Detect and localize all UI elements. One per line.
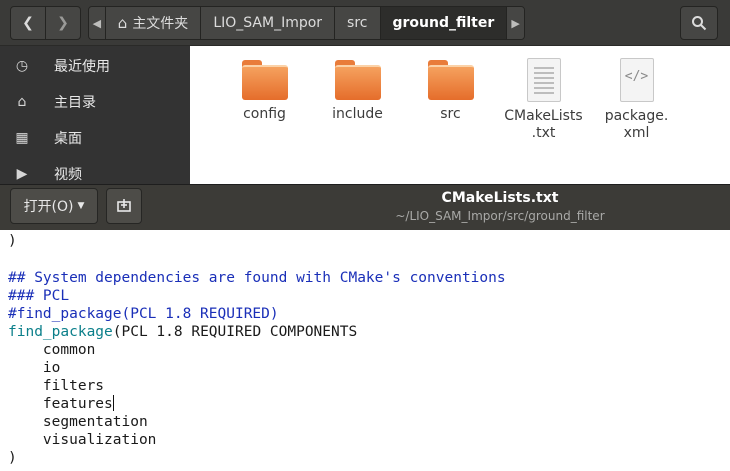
code-line: io [8, 360, 61, 376]
code-editor[interactable]: ) ## System dependencies are found with … [0, 230, 730, 471]
code-text: (PCL 1.8 REQUIRED COMPONENTS [112, 324, 358, 340]
breadcrumb-label: LIO_SAM_Impor [213, 15, 323, 31]
code-function-name: find_package [8, 324, 113, 340]
code-line: ) [8, 450, 17, 466]
breadcrumb-item-active[interactable]: ground_filter [380, 7, 508, 39]
code-text: features [8, 396, 113, 412]
code-line: ## System dependencies are found with CM… [8, 270, 506, 286]
code-line: ) [8, 233, 17, 249]
file-label: CMakeLists .txt [504, 108, 583, 141]
video-icon: ▶ [16, 166, 28, 182]
chevron-left-icon: ❮ [22, 15, 34, 31]
sidebar-item-recent[interactable]: ◷ 最近使用 [0, 50, 190, 82]
text-cursor [112, 395, 114, 411]
back-button[interactable]: ❮ [10, 6, 46, 40]
new-document-icon [117, 199, 131, 212]
search-button[interactable] [680, 6, 718, 40]
document-path: ~/LIO_SAM_Impor/src/ground_filter [395, 209, 605, 223]
breadcrumb-scroll-right[interactable]: ▶ [507, 7, 524, 39]
code-line: filters [8, 378, 105, 394]
sidebar-item-label: 主目录 [54, 95, 96, 111]
code-line: segmentation [8, 414, 148, 430]
new-document-button[interactable] [106, 188, 142, 224]
sidebar: ◷ 最近使用 ⌂ 主目录 ▦ 桌面 ▶ 视频 [0, 46, 190, 184]
code-line: ### PCL [8, 288, 70, 304]
file-item-src[interactable]: src [404, 56, 497, 184]
folder-icon: ▦ [15, 130, 29, 146]
search-icon [692, 16, 707, 31]
file-label: include [332, 106, 383, 122]
chevron-right-icon: ❯ [57, 15, 69, 31]
breadcrumb-item[interactable]: LIO_SAM_Impor [201, 7, 336, 39]
folder-icon [334, 60, 381, 100]
code-line: find_package(PCL 1.8 REQUIRED COMPONENTS [8, 323, 357, 341]
file-label: src [440, 106, 461, 122]
code-line: features [8, 395, 114, 413]
home-icon: ⌂ [117, 14, 128, 32]
code-line: #find_package(PCL 1.8 REQUIRED) [8, 306, 279, 322]
sidebar-item-label: 最近使用 [54, 59, 110, 75]
folder-icon [427, 60, 474, 100]
xml-file-icon: </> [619, 58, 654, 102]
file-grid: config include src CMakeLists .txt </> p… [190, 46, 730, 184]
breadcrumb-label: ground_filter [392, 15, 495, 31]
file-label: config [243, 106, 286, 122]
open-button-label: 打开(O) [23, 199, 74, 215]
file-label: package. xml [604, 108, 669, 141]
text-file-icon [526, 58, 561, 102]
folder-icon [241, 60, 288, 100]
breadcrumb-item[interactable]: src [335, 7, 381, 39]
breadcrumb-scroll-left[interactable]: ◀ [89, 7, 106, 39]
forward-button[interactable]: ❯ [45, 6, 81, 40]
sidebar-item-home[interactable]: ⌂ 主目录 [0, 86, 190, 118]
open-button[interactable]: 打开(O) ▼ [10, 188, 98, 224]
breadcrumb-label: 主文件夹 [132, 16, 189, 32]
document-title: CMakeLists.txt [441, 190, 559, 206]
sidebar-item-desktop[interactable]: ▦ 桌面 [0, 122, 190, 154]
breadcrumb: ◀ ⌂ 主文件夹 LIO_SAM_Impor src ground_filter… [88, 6, 525, 40]
code-line: visualization [8, 432, 157, 448]
clock-icon: ◷ [15, 58, 29, 74]
home-icon: ⌂ [17, 94, 27, 110]
breadcrumb-home[interactable]: ⌂ 主文件夹 [105, 7, 202, 39]
file-manager-header: ❮ ❯ ◀ ⌂ 主文件夹 LIO_SAM_Impor src ground_fi… [0, 0, 730, 46]
code-line: common [8, 342, 96, 358]
caret-down-icon: ▼ [77, 201, 85, 211]
file-item-cmakelists[interactable]: CMakeLists .txt [497, 56, 590, 184]
file-item-package-xml[interactable]: </> package. xml [590, 56, 683, 184]
file-item-config[interactable]: config [218, 56, 311, 184]
breadcrumb-label: src [347, 15, 368, 31]
file-item-include[interactable]: include [311, 56, 404, 184]
editor-header: 打开(O) ▼ CMakeLists.txt ~/LIO_SAM_Impor/s… [0, 184, 730, 230]
sidebar-item-label: 视频 [54, 167, 82, 183]
sidebar-item-label: 桌面 [54, 131, 82, 147]
